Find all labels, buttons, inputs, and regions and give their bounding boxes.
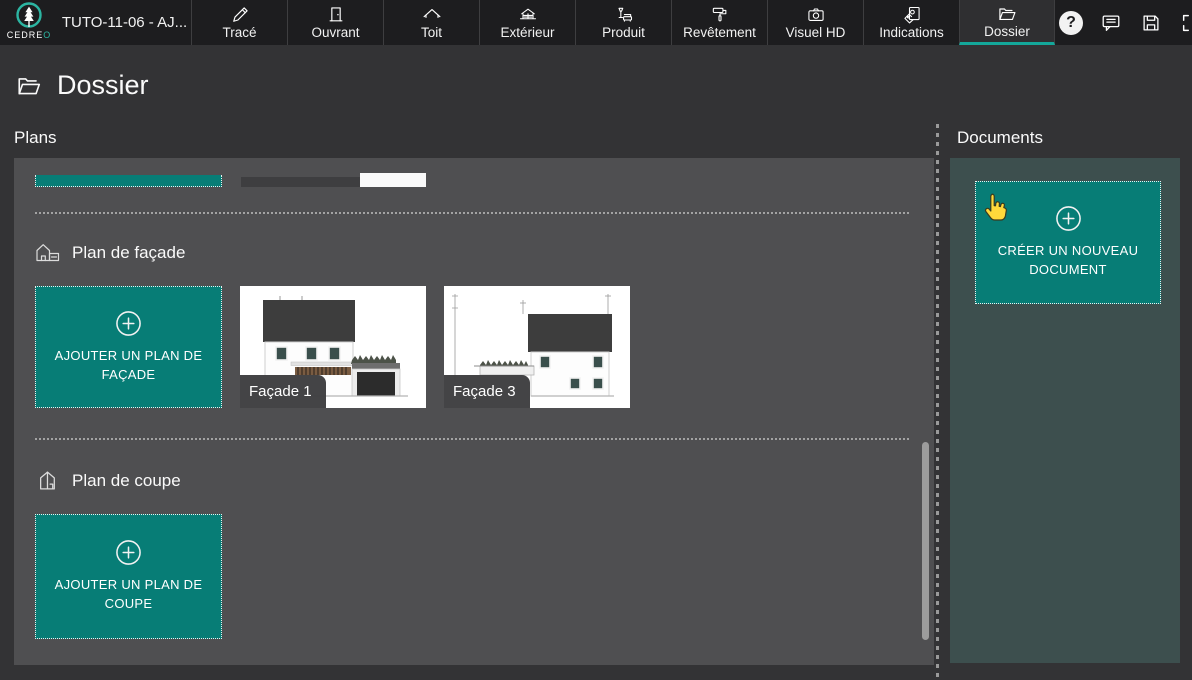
folder-open-icon: [996, 4, 1018, 24]
plus-circle-icon: [115, 539, 142, 566]
facade-thumbnail-1[interactable]: Façade 1: [240, 286, 426, 408]
pencil-icon: [229, 5, 251, 25]
plans-header: Plans: [14, 128, 57, 148]
tab-label: Revêtement: [683, 26, 756, 40]
project-title[interactable]: TUTO-11-06 - AJ...: [58, 0, 191, 45]
facade-house-icon: [35, 242, 61, 263]
tab-visuel-hd[interactable]: Visuel HD: [767, 0, 863, 45]
tab-label: Produit: [602, 26, 645, 40]
documents-panel: CRÉER UN NOUVEAU DOCUMENT: [950, 158, 1180, 663]
help-icon: ?: [1059, 11, 1083, 35]
cedreo-tree-icon: [13, 1, 45, 31]
tags-icon: [901, 5, 923, 25]
tab-toit[interactable]: Toit: [383, 0, 479, 45]
plus-circle-icon: [115, 310, 142, 337]
tab-label: Dossier: [984, 25, 1030, 39]
section-divider: [35, 438, 909, 440]
cedreo-logo[interactable]: CEDREO: [0, 0, 58, 45]
plus-circle-icon: [1055, 205, 1082, 232]
tab-label: Tracé: [222, 26, 256, 40]
tab-revetement[interactable]: Revêtement: [671, 0, 767, 45]
partial-add-button[interactable]: [35, 175, 222, 187]
partial-thumbnail-label: [241, 177, 361, 187]
section-cut-house-icon: [35, 470, 61, 491]
tab-dossier[interactable]: Dossier: [959, 0, 1055, 45]
page-title: Dossier: [57, 70, 149, 101]
plans-scrollbar[interactable]: [922, 442, 929, 640]
coupe-section-title: Plan de coupe: [72, 471, 181, 491]
app-window: CEDREO TUTO-11-06 - AJ... Tracé Ouvrant: [0, 0, 1192, 680]
facade-section-header: Plan de façade: [35, 242, 185, 263]
facade-thumbnail-3[interactable]: Façade 3: [444, 286, 630, 408]
tab-exterieur[interactable]: Extérieur: [479, 0, 575, 45]
facade-thumbnail-label: Façade 1: [240, 375, 326, 408]
tab-produit[interactable]: Produit: [575, 0, 671, 45]
page-header: Dossier: [14, 70, 149, 101]
topbar-actions: ?: [1055, 0, 1192, 45]
furniture-icon: [613, 5, 635, 25]
section-divider: [35, 212, 909, 214]
comment-icon: [1100, 12, 1122, 34]
landscape-icon: [517, 5, 539, 25]
create-document-label: CRÉER UN NOUVEAU DOCUMENT: [988, 242, 1148, 280]
tab-label: Ouvrant: [311, 26, 359, 40]
folder-open-icon: [14, 73, 44, 99]
fullscreen-button[interactable]: [1178, 10, 1192, 36]
door-icon: [325, 5, 347, 25]
tab-trace[interactable]: Tracé: [191, 0, 287, 45]
facade-thumbnail-label: Façade 3: [444, 375, 530, 408]
tab-label: Extérieur: [500, 26, 554, 40]
save-icon: [1140, 12, 1162, 34]
comments-button[interactable]: [1098, 10, 1124, 36]
tab-indications[interactable]: Indications: [863, 0, 959, 45]
fullscreen-icon: [1180, 12, 1192, 34]
add-coupe-plan-label: AJOUTER UN PLAN DE COUPE: [37, 576, 221, 614]
partial-thumbnail[interactable]: [360, 173, 426, 187]
top-toolbar: CEDREO TUTO-11-06 - AJ... Tracé Ouvrant: [0, 0, 1192, 45]
coupe-section-header: Plan de coupe: [35, 470, 181, 491]
logo-wordmark: CEDREO: [7, 31, 52, 40]
tab-label: Toit: [421, 26, 442, 40]
main-tab-bar: Tracé Ouvrant Toit Extérieur: [191, 0, 1055, 45]
create-document-button[interactable]: CRÉER UN NOUVEAU DOCUMENT: [975, 181, 1161, 304]
plans-panel: Plan de façade AJOUTER UN PLAN DE FAÇADE: [14, 158, 934, 665]
roof-icon: [421, 5, 443, 25]
camera-icon: [805, 5, 827, 25]
tab-label: Visuel HD: [786, 26, 846, 40]
add-facade-plan-button[interactable]: AJOUTER UN PLAN DE FAÇADE: [35, 286, 222, 408]
facade-section-title: Plan de façade: [72, 243, 185, 263]
tab-label: Indications: [879, 26, 944, 40]
save-button[interactable]: [1138, 10, 1164, 36]
paint-roller-icon: [709, 5, 731, 25]
help-button[interactable]: ?: [1058, 10, 1084, 36]
add-facade-plan-label: AJOUTER UN PLAN DE FAÇADE: [53, 347, 205, 385]
add-coupe-plan-button[interactable]: AJOUTER UN PLAN DE COUPE: [35, 514, 222, 639]
tab-ouvrant[interactable]: Ouvrant: [287, 0, 383, 45]
documents-header: Documents: [957, 128, 1043, 148]
panel-divider: [936, 124, 939, 680]
